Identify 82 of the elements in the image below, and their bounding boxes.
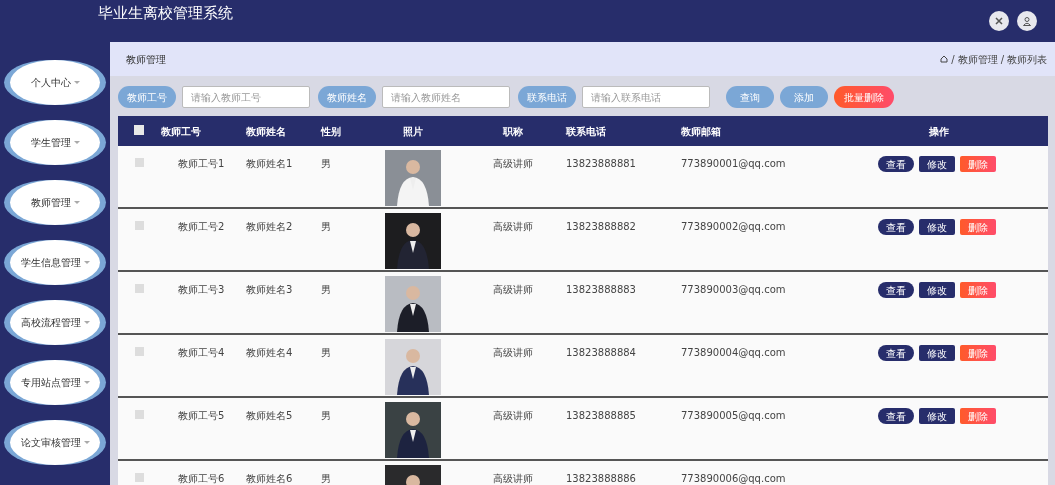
table-cell: 教师姓名4 [245,334,320,397]
edit-button[interactable]: 修改 [918,408,955,424]
field-label: 教师工号 [118,86,176,108]
view-button[interactable]: 查看 [877,408,914,424]
search-field[interactable]: 请输入联系电话 [582,86,710,108]
row-checkbox[interactable] [134,284,144,293]
page-title: 教师管理 [126,52,166,67]
search-field[interactable]: 请输入教师姓名 [382,86,510,108]
table-cell: 教师工号5 [160,397,245,460]
table-cell: 高级讲师 [460,208,565,271]
edit-button[interactable]: 修改 [918,219,955,235]
caret-icon [83,261,90,264]
row-checkbox[interactable] [134,221,144,230]
view-button[interactable]: 查看 [877,156,914,172]
close-icon[interactable] [989,11,1009,31]
caret-icon [73,81,80,84]
table-cell: 高级讲师 [460,460,565,485]
breadcrumb-separator: / [951,52,955,67]
table-cell: 教师姓名2 [245,208,320,271]
table-cell: 教师工号1 [160,146,245,208]
row-checkbox[interactable] [134,473,144,482]
table-cell: 773890001@qq.com [680,146,830,208]
table-cell: 高级讲师 [460,146,565,208]
table-cell: 高级讲师 [460,397,565,460]
table-cell: 773890003@qq.com [680,271,830,334]
column-header[interactable]: 性别 [321,125,341,137]
row-checkbox[interactable] [134,410,144,419]
table-cell: 男 [320,334,365,397]
row-checkbox[interactable] [134,347,144,356]
breadcrumb-item[interactable]: 教师列表 [1007,51,1047,67]
caret-icon [83,321,90,324]
row-checkbox[interactable] [134,158,144,167]
table-cell: 教师姓名3 [245,271,320,334]
caret-icon [73,141,80,144]
column-header[interactable]: 教师邮箱 [681,125,721,137]
table-cell: 男 [320,208,365,271]
table-cell: 男 [320,271,365,334]
app-title: 毕业生离校管理系统 [98,2,233,24]
table-cell: 教师工号2 [160,208,245,271]
table-cell: 773890005@qq.com [680,397,830,460]
edit-button[interactable]: 修改 [918,282,955,298]
field-label: 联系电话 [518,86,576,108]
breadcrumb-item[interactable]: 教师管理 [957,51,998,67]
table-cell: 男 [320,397,365,460]
column-header[interactable]: 操作 [929,125,949,137]
field-label: 教师姓名 [318,86,376,108]
edit-button[interactable]: 修改 [918,345,955,361]
table-cell: 13823888883 [565,271,680,334]
search-field[interactable]: 请输入教师工号 [182,86,310,108]
view-button[interactable]: 查看 [877,282,914,298]
view-button[interactable]: 查看 [877,345,914,361]
edit-button[interactable]: 修改 [918,156,955,172]
column-header[interactable]: 照片 [402,125,423,137]
table-cell: 773890004@qq.com [680,334,830,397]
user-icon[interactable] [1017,11,1037,31]
table-cell: 773890006@qq.com [680,460,830,485]
caret-icon [83,381,90,384]
table-cell: 教师姓名1 [245,146,320,208]
column-header[interactable]: 职称 [502,125,523,137]
table-cell: 773890002@qq.com [680,208,830,271]
table-cell: 教师姓名5 [245,397,320,460]
table-cell: 教师工号4 [160,334,245,397]
table-cell: 13823888886 [565,460,680,485]
select-all-checkbox[interactable] [134,124,144,135]
home-icon[interactable] [940,55,949,63]
table-cell: 13823888882 [565,208,680,271]
column-header[interactable]: 联系电话 [566,125,606,137]
table-cell: 教师姓名6 [245,460,320,485]
table-cell: 13823888881 [565,146,680,208]
table-cell: 教师工号6 [160,460,245,485]
caret-icon [83,441,90,444]
view-button[interactable]: 查看 [877,219,914,235]
caret-icon [73,201,80,204]
table-cell: 男 [320,146,365,208]
table-cell: 高级讲师 [460,334,565,397]
table-cell: 高级讲师 [460,271,565,334]
table-cell: 男 [320,460,365,485]
column-header[interactable]: 教师工号 [161,125,201,137]
table-cell: 教师工号3 [160,271,245,334]
breadcrumb-separator: / [1000,52,1004,67]
table-cell: 13823888884 [565,334,680,397]
table-cell: 13823888885 [565,397,680,460]
